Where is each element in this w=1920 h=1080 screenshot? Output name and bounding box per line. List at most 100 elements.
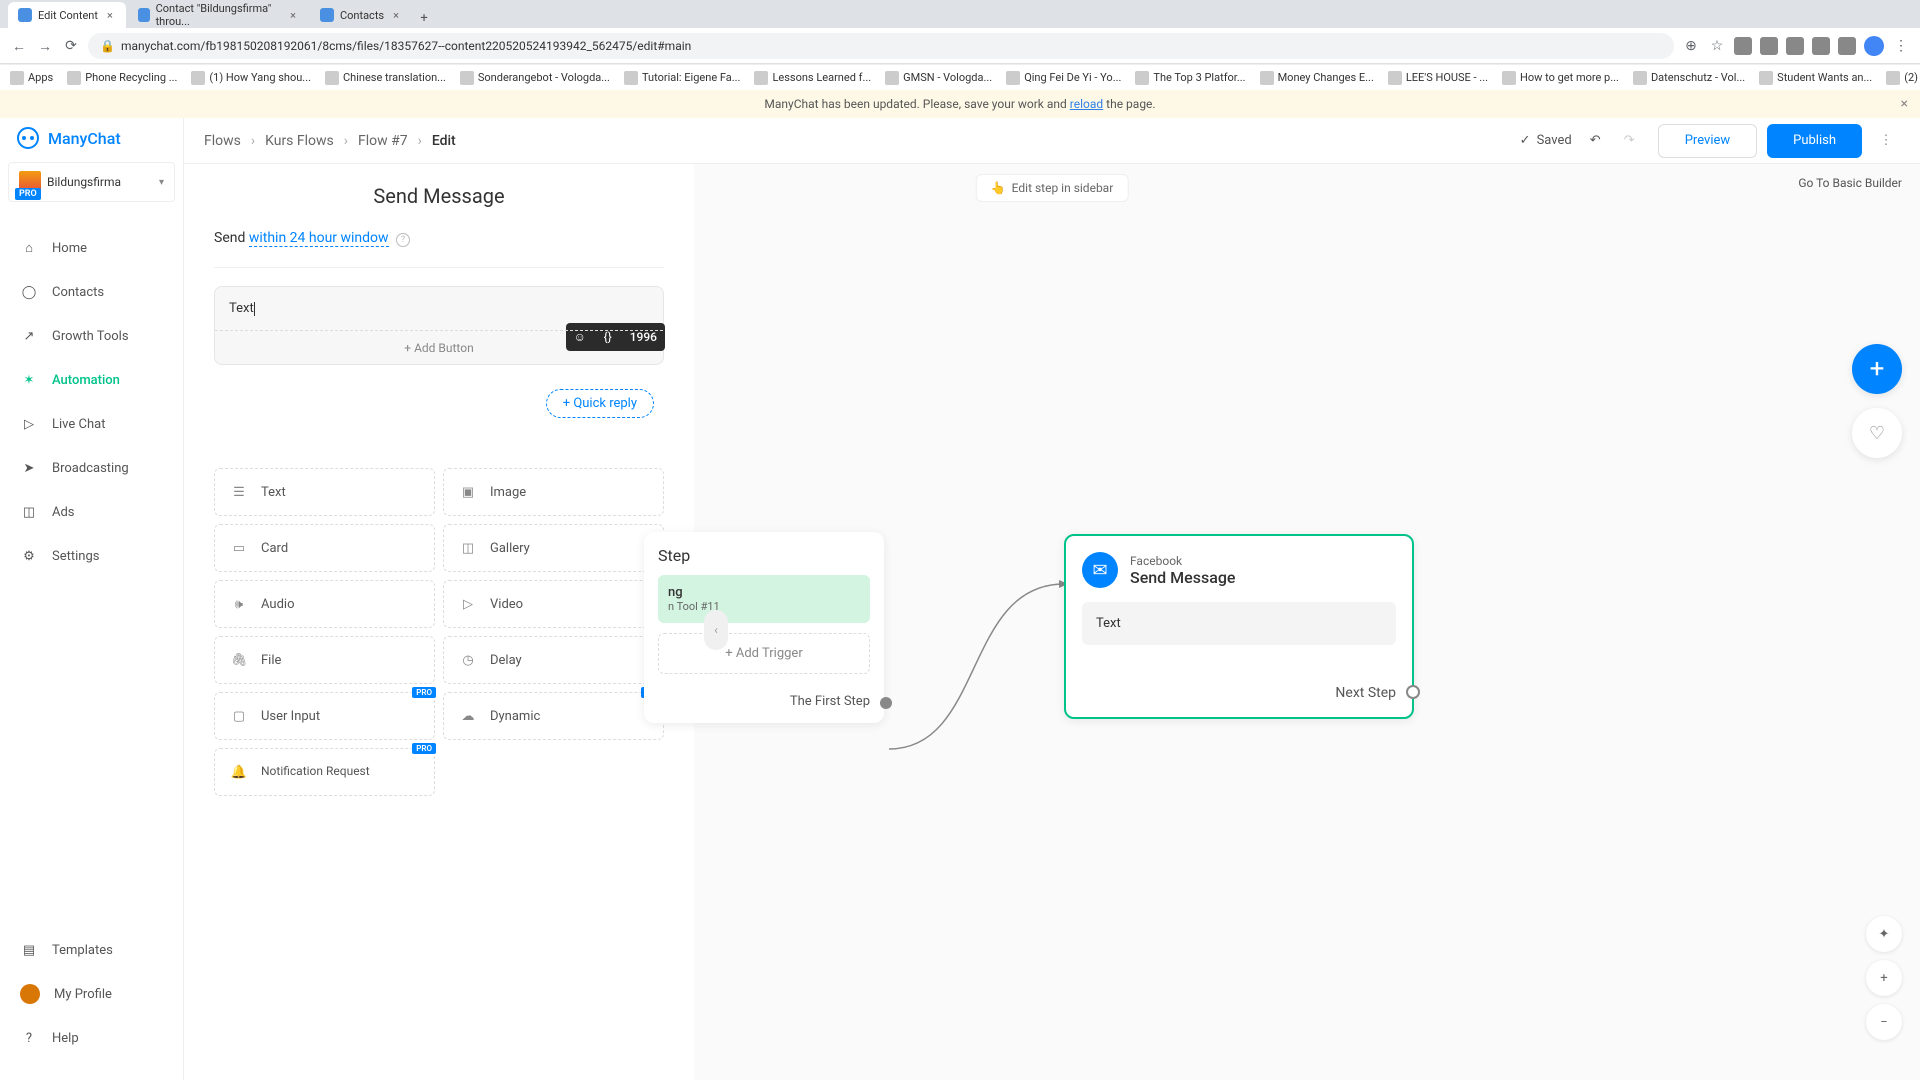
info-icon[interactable]: ? <box>396 233 410 247</box>
add-delay-block[interactable]: ◷Delay <box>443 636 664 684</box>
zoom-indicator-icon[interactable]: ⊕ <box>1682 37 1700 55</box>
breadcrumb-item[interactable]: Flows <box>204 133 241 149</box>
edit-sidebar-hint[interactable]: 👆Edit step in sidebar <box>976 174 1129 202</box>
close-icon[interactable]: × <box>104 9 116 21</box>
brand[interactable]: ManyChat <box>0 118 183 158</box>
send-window-link[interactable]: within 24 hour window <box>249 230 389 247</box>
extension-icon[interactable] <box>1734 37 1752 55</box>
browser-tab[interactable]: Contact "Bildungsfirma" throu...× <box>128 2 308 28</box>
sidebar: ManyChat Bildungsfirma ▾ PRO ⌂Home ◯Cont… <box>0 118 184 1080</box>
add-step-fab[interactable]: + <box>1852 344 1902 394</box>
bookmark[interactable]: Datenschutz - Vol... <box>1633 71 1745 85</box>
templates-icon: ▤ <box>20 941 38 959</box>
quick-reply-button[interactable]: + Quick reply <box>546 389 654 418</box>
sidebar-item-help[interactable]: ?Help <box>0 1016 183 1060</box>
add-audio-block[interactable]: 🕪Audio <box>214 580 435 628</box>
add-trigger-button[interactable]: + Add Trigger <box>658 633 870 674</box>
text-message-block[interactable]: Text ☺ {} 1996 + Add Button <box>214 286 664 365</box>
url-input[interactable]: 🔒manychat.com/fb198150208192061/8cms/fil… <box>88 33 1674 59</box>
topbar: Flows› Kurs Flows› Flow #7› Edit ✓Saved … <box>184 118 1920 164</box>
sidebar-item-settings[interactable]: ⚙Settings <box>0 534 183 578</box>
close-icon[interactable]: × <box>288 9 298 21</box>
sidebar-item-growth-tools[interactable]: ↗Growth Tools <box>0 314 183 358</box>
add-video-block[interactable]: ▷Video <box>443 580 664 628</box>
profile-avatar[interactable] <box>1864 36 1884 56</box>
close-icon[interactable]: × <box>1901 96 1908 112</box>
bookmark[interactable]: (1) How Yang shou... <box>191 71 311 85</box>
sidebar-bottom: ▤Templates My Profile ?Help <box>0 928 183 1060</box>
sidebar-item-automation[interactable]: ✶Automation <box>0 358 183 402</box>
reload-link[interactable]: reload <box>1070 97 1103 111</box>
browser-tab[interactable]: Contacts× <box>310 2 412 28</box>
connector-output[interactable] <box>1406 685 1420 699</box>
send-window-label: Send within 24 hour window ? <box>214 230 664 247</box>
connector-output[interactable] <box>880 697 892 709</box>
breadcrumb-item[interactable]: Flow #7 <box>358 133 408 149</box>
extension-icon[interactable] <box>1838 37 1856 55</box>
add-notification-block[interactable]: 🔔Notification RequestPRO <box>214 748 435 796</box>
zoom-out-button[interactable]: − <box>1866 1004 1902 1040</box>
sidebar-item-live-chat[interactable]: ▷Live Chat <box>0 402 183 446</box>
brand-text: ManyChat <box>48 129 121 148</box>
add-gallery-block[interactable]: ◫Gallery <box>443 524 664 572</box>
extension-icon[interactable] <box>1786 37 1804 55</box>
bookmark[interactable]: How to get more p... <box>1502 71 1619 85</box>
breadcrumb-item[interactable]: Kurs Flows <box>265 133 334 149</box>
flow-canvas[interactable]: 👆Edit step in sidebar Go To Basic Builde… <box>184 164 1920 1080</box>
extension-icon[interactable] <box>1812 37 1830 55</box>
reload-icon[interactable]: ⟳ <box>62 37 80 55</box>
add-user-input-block[interactable]: ▢User InputPRO <box>214 692 435 740</box>
basic-builder-link[interactable]: Go To Basic Builder <box>1798 176 1902 190</box>
add-dynamic-block[interactable]: ☁DynamicPRO <box>443 692 664 740</box>
bookmark[interactable]: (2) How To Add A... <box>1886 71 1920 85</box>
first-step-label: The First Step <box>658 694 870 709</box>
undo-button[interactable]: ↶ <box>1590 133 1610 148</box>
step-editor-panel: Send Message Send within 24 hour window … <box>184 164 694 1080</box>
add-button-row[interactable]: + Add Button <box>215 330 663 364</box>
bookmark[interactable]: Chinese translation... <box>325 71 446 85</box>
back-icon[interactable]: ← <box>10 37 28 55</box>
sidebar-item-broadcasting[interactable]: ➤Broadcasting <box>0 446 183 490</box>
add-file-block[interactable]: 🖇File <box>214 636 435 684</box>
flow-node-start[interactable]: Step ng n Tool #11 ‹ + Add Trigger The F… <box>644 532 884 723</box>
favorite-fab[interactable]: ♡ <box>1852 408 1902 458</box>
bookmark[interactable]: The Top 3 Platfor... <box>1135 71 1245 85</box>
new-tab-button[interactable]: + <box>414 8 434 28</box>
extension-icon[interactable] <box>1760 37 1778 55</box>
publish-button[interactable]: Publish <box>1767 124 1862 158</box>
bookmark[interactable]: Apps <box>10 71 53 85</box>
add-text-block[interactable]: ☰Text <box>214 468 435 516</box>
bookmark[interactable]: Student Wants an... <box>1759 71 1872 85</box>
flow-node-send-message[interactable]: ✉ Facebook Send Message Text Next Step <box>1064 534 1414 719</box>
add-image-block[interactable]: ▣Image <box>443 468 664 516</box>
add-card-block[interactable]: ▭Card <box>214 524 435 572</box>
bookmark[interactable]: Phone Recycling ... <box>67 71 177 85</box>
bookmark[interactable]: Sonderangebot - Vologda... <box>460 71 610 85</box>
close-icon[interactable]: × <box>390 9 402 21</box>
bookmark[interactable]: Lessons Learned f... <box>754 71 871 85</box>
more-button[interactable]: ⋮ <box>1872 124 1900 158</box>
bookmark[interactable]: Qing Fei De Yi - Yo... <box>1006 71 1121 85</box>
bookmark[interactable]: Money Changes E... <box>1260 71 1374 85</box>
user-icon: ◯ <box>20 283 38 301</box>
bookmark[interactable]: Tutorial: Eigene Fa... <box>624 71 741 85</box>
menu-icon[interactable]: ⋮ <box>1892 37 1910 55</box>
bookmark[interactable]: GMSN - Vologda... <box>885 71 992 85</box>
sidebar-item-contacts[interactable]: ◯Contacts <box>0 270 183 314</box>
trigger-card[interactable]: ng n Tool #11 <box>658 575 870 623</box>
sidebar-item-templates[interactable]: ▤Templates <box>0 928 183 972</box>
browser-tab[interactable]: Edit Content× <box>8 2 126 28</box>
auto-layout-button[interactable]: ✦ <box>1866 916 1902 952</box>
preview-button[interactable]: Preview <box>1658 124 1757 158</box>
zoom-in-button[interactable]: + <box>1866 960 1902 996</box>
chat-icon: ▷ <box>20 415 38 433</box>
forward-icon[interactable]: → <box>36 37 54 55</box>
star-icon[interactable]: ☆ <box>1708 37 1726 55</box>
sidebar-item-profile[interactable]: My Profile <box>0 972 183 1016</box>
sidebar-item-ads[interactable]: ◫Ads <box>0 490 183 534</box>
carousel-prev-icon[interactable]: ‹ <box>704 610 728 650</box>
account-selector[interactable]: Bildungsfirma ▾ PRO <box>8 162 175 202</box>
sidebar-item-home[interactable]: ⌂Home <box>0 226 183 270</box>
chevron-right-icon: › <box>251 133 255 149</box>
bookmark[interactable]: LEE'S HOUSE - ... <box>1388 71 1488 85</box>
